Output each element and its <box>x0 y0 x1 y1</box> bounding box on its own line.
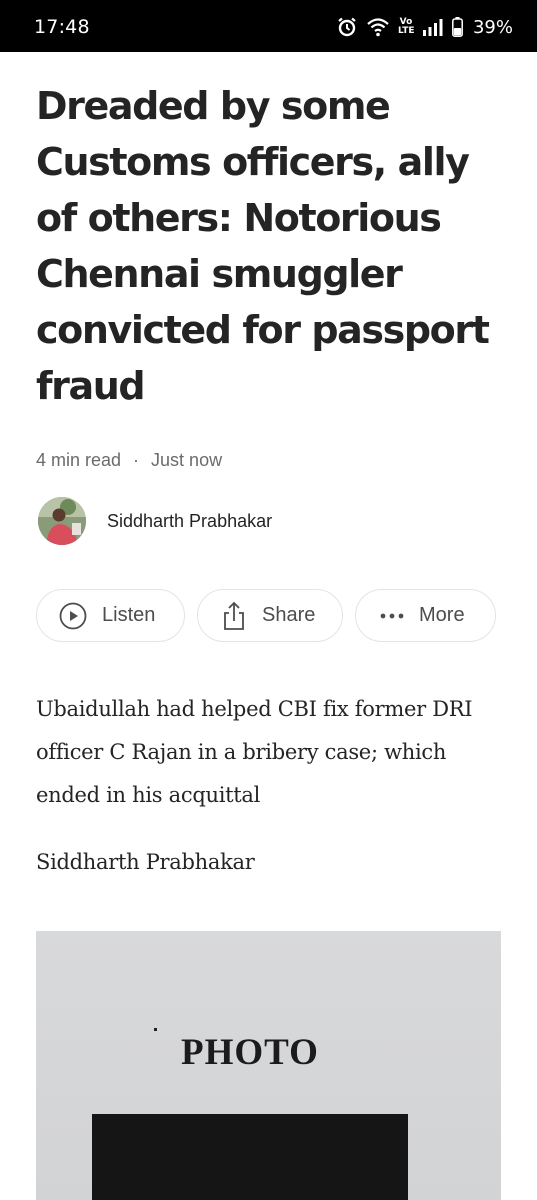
share-icon <box>221 601 247 631</box>
share-label: Share <box>262 604 316 626</box>
alarm-icon <box>336 16 358 38</box>
listen-button[interactable]: Listen <box>36 589 185 642</box>
more-button[interactable]: More <box>355 589 496 642</box>
author-name[interactable]: Siddharth Prabhakar <box>107 511 272 532</box>
volte-icon: Vo LTE <box>397 17 415 36</box>
article-image[interactable]: PHOTO <box>36 931 501 1200</box>
posted-time: Just now <box>151 450 223 470</box>
more-label: More <box>419 604 465 626</box>
avatar[interactable] <box>38 497 86 545</box>
photo-placeholder-block <box>92 1114 408 1200</box>
read-time: 4 min read <box>36 450 122 470</box>
status-time: 17:48 <box>34 16 90 38</box>
battery-icon <box>452 17 463 37</box>
status-icons: Vo LTE 39% <box>336 14 513 40</box>
status-bar: 17:48 Vo LTE 39% <box>0 0 537 52</box>
photo-label: PHOTO <box>181 1032 319 1073</box>
wifi-icon <box>366 17 390 37</box>
image-speck <box>154 1028 157 1031</box>
more-dots-icon <box>380 612 404 620</box>
article-title: Dreaded by some Customs officers, ally o… <box>36 84 490 408</box>
share-button[interactable]: Share <box>197 589 343 642</box>
signal-icon <box>422 18 444 36</box>
meta-separator: · <box>133 450 140 470</box>
article-subtitle: Ubaidullah had helped CBI fix former DRI… <box>36 697 473 807</box>
listen-label: Listen <box>102 604 156 626</box>
author-row[interactable]: Siddharth Prabhakar <box>38 497 272 545</box>
play-icon <box>59 602 87 630</box>
article-meta: 4 min read · Just now <box>36 450 222 471</box>
article-byline: Siddharth Prabhakar <box>36 850 255 874</box>
battery-percentage: 39% <box>472 16 513 38</box>
